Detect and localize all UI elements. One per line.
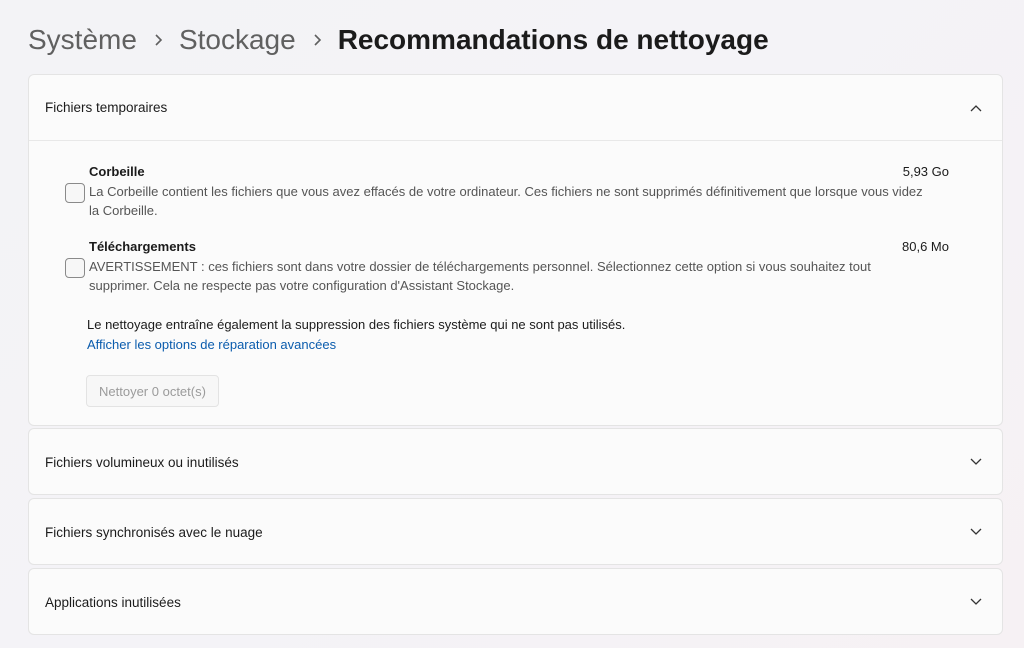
item-size: 5,93 Go: [902, 164, 949, 179]
section-temp-files: Fichiers temporaires Corbeille 5,93 Go L…: [28, 74, 1003, 426]
clean-button[interactable]: Nettoyer 0 octet(s): [86, 375, 219, 407]
cleanup-note: Le nettoyage entraîne également la suppr…: [87, 317, 626, 332]
chevron-right-icon: [137, 33, 179, 47]
breadcrumb: Système Stockage Recommandations de nett…: [28, 22, 769, 58]
section-temp-files-label: Fichiers temporaires: [45, 100, 168, 115]
advanced-repair-link[interactable]: Afficher les options de réparation avanc…: [87, 337, 336, 352]
breadcrumb-systeme[interactable]: Système: [28, 24, 137, 56]
section-unused-apps-label: Applications inutilisées: [45, 594, 181, 610]
section-cloud-files-header[interactable]: Fichiers synchronisés avec le nuage: [29, 499, 1002, 565]
section-large-files[interactable]: Fichiers volumineux ou inutilisés: [28, 428, 1003, 495]
list-item-telechargements: Téléchargements 80,6 Mo AVERTISSEMENT : …: [65, 238, 949, 295]
section-temp-files-body: Corbeille 5,93 Go La Corbeille contient …: [29, 141, 1002, 425]
section-cloud-files-label: Fichiers synchronisés avec le nuage: [45, 524, 263, 540]
item-size: 80,6 Mo: [902, 239, 949, 254]
item-title: Téléchargements: [89, 239, 196, 254]
chevron-down-icon[interactable]: [968, 524, 984, 540]
item-description: La Corbeille contient les fichiers que v…: [89, 184, 923, 218]
chevron-right-icon: [296, 33, 338, 47]
item-title: Corbeille: [89, 164, 145, 179]
section-large-files-header[interactable]: Fichiers volumineux ou inutilisés: [29, 429, 1002, 495]
section-cloud-files[interactable]: Fichiers synchronisés avec le nuage: [28, 498, 1003, 565]
breadcrumb-stockage[interactable]: Stockage: [179, 24, 296, 56]
item-description: AVERTISSEMENT : ces fichiers sont dans v…: [89, 259, 871, 293]
page-title: Recommandations de nettoyage: [337, 24, 769, 55]
chevron-down-icon[interactable]: [968, 594, 984, 610]
list-item-corbeille: Corbeille 5,93 Go La Corbeille contient …: [65, 163, 949, 220]
chevron-up-icon[interactable]: [968, 100, 984, 116]
chevron-down-icon[interactable]: [968, 454, 984, 470]
section-unused-apps[interactable]: Applications inutilisées: [28, 568, 1003, 635]
telechargements-checkbox[interactable]: [65, 258, 85, 278]
section-large-files-label: Fichiers volumineux ou inutilisés: [45, 454, 239, 470]
corbeille-checkbox[interactable]: [65, 183, 85, 203]
section-temp-files-header[interactable]: Fichiers temporaires: [29, 75, 1002, 141]
section-unused-apps-header[interactable]: Applications inutilisées: [29, 569, 1002, 635]
